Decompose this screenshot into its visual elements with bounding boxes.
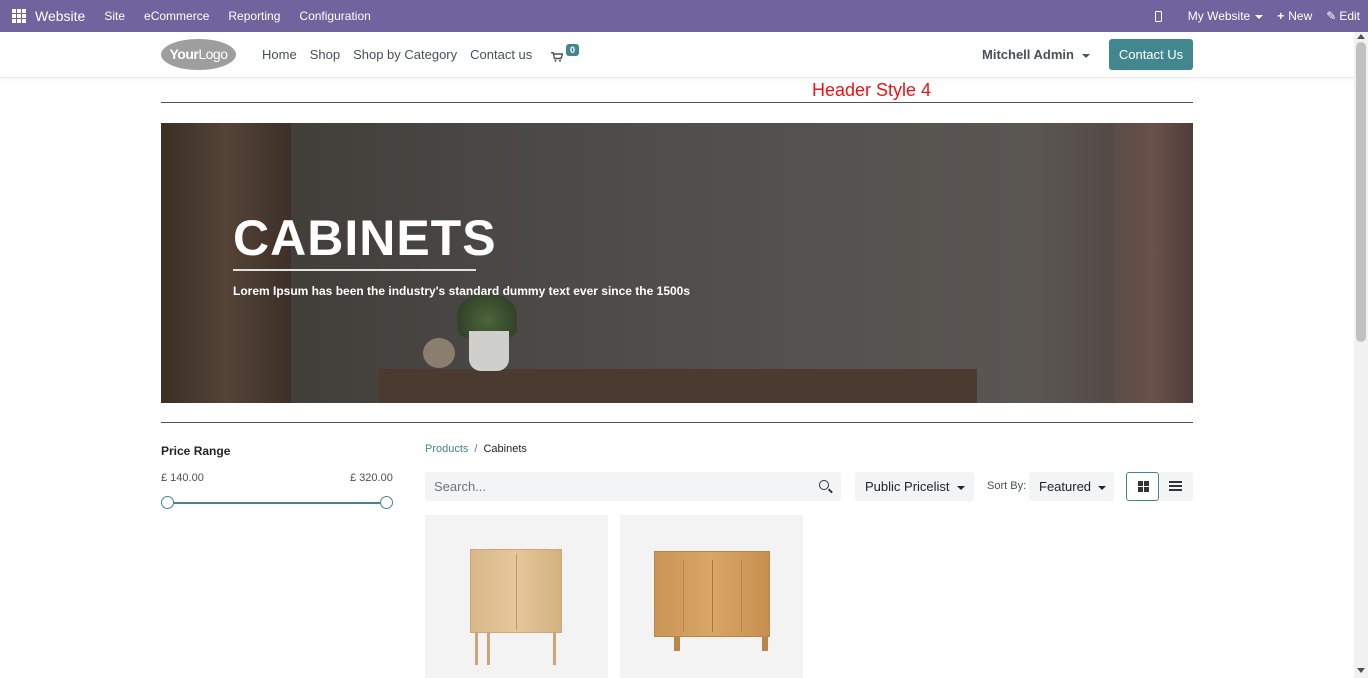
admin-menu-configuration[interactable]: Configuration: [299, 9, 370, 23]
chevron-down-icon: [1081, 53, 1090, 58]
sort-by-value: Featured: [1039, 479, 1092, 494]
sideboard-body: [654, 551, 770, 637]
search-input[interactable]: [425, 472, 805, 501]
product-card[interactable]: [620, 515, 803, 678]
price-range-title: Price Range: [161, 444, 231, 458]
scroll-up-arrow-icon[interactable]: [1357, 34, 1365, 39]
cabinet-leg: [553, 633, 556, 665]
price-slider-track[interactable]: [167, 502, 387, 504]
cabinet-leg: [487, 633, 490, 665]
cart-count-badge: 0: [566, 44, 580, 56]
logo-text-light: Logo: [198, 46, 228, 62]
logo-text-bold: Your: [169, 46, 199, 62]
app-name[interactable]: Website: [35, 8, 85, 24]
edit-label: Edit: [1339, 9, 1360, 23]
admin-menu-ecommerce[interactable]: eCommerce: [144, 9, 209, 23]
price-slider-min-handle[interactable]: [161, 496, 174, 509]
sort-by-label: Sort By:: [987, 480, 1027, 492]
divider-top: [161, 102, 1193, 103]
cabinet-body: [470, 549, 562, 633]
product-search: [425, 472, 841, 501]
plus-icon: +: [1277, 9, 1285, 23]
new-button[interactable]: + New: [1277, 9, 1312, 23]
scroll-down-arrow-icon[interactable]: [1357, 668, 1365, 673]
cart-link[interactable]: 0: [551, 44, 580, 64]
hero-banner: CABINETS Lorem Ipsum has been the indust…: [161, 123, 1193, 403]
breadcrumb-products[interactable]: Products: [425, 443, 468, 455]
sideboard-leg: [762, 637, 768, 651]
site-logo[interactable]: YourLogo: [161, 39, 236, 70]
breadcrumb-current: Cabinets: [483, 443, 527, 455]
apps-menu-icon[interactable]: [12, 9, 26, 23]
hero-sideboard: [379, 369, 977, 403]
list-view-button[interactable]: [1159, 472, 1193, 501]
mobile-icon: [1154, 11, 1162, 23]
new-label: New: [1288, 9, 1313, 23]
product-card[interactable]: [425, 515, 608, 678]
pricelist-label: Public Pricelist: [865, 479, 950, 494]
chevron-down-icon: [1255, 14, 1264, 19]
sort-by-dropdown[interactable]: Featured: [1029, 472, 1114, 501]
chevron-down-icon: [1098, 485, 1107, 490]
nav-home[interactable]: Home: [262, 47, 297, 62]
header-style-annotation: Header Style 4: [812, 80, 932, 100]
price-min-value: £ 140.00: [161, 472, 204, 484]
pricelist-dropdown[interactable]: Public Pricelist: [855, 472, 974, 501]
search-icon[interactable]: [819, 480, 829, 490]
hero-title-underline: [233, 269, 476, 271]
user-menu[interactable]: Mitchell Admin: [982, 47, 1090, 62]
my-website-label: My Website: [1187, 9, 1251, 23]
admin-menu-reporting[interactable]: Reporting: [228, 9, 280, 23]
contact-us-button[interactable]: Contact Us: [1109, 39, 1193, 70]
main-nav: Home Shop Shop by Category Contact us: [262, 47, 532, 62]
chevron-down-icon: [956, 485, 965, 490]
pencil-icon: ✎: [1326, 9, 1337, 23]
hero-subtitle: Lorem Ipsum has been the industry's stan…: [233, 284, 691, 298]
hero-pot: [469, 331, 509, 371]
edit-button[interactable]: ✎ Edit: [1326, 9, 1360, 23]
nav-shop-by-category[interactable]: Shop by Category: [353, 47, 457, 62]
breadcrumb-separator: /: [474, 443, 478, 455]
price-slider-max-handle[interactable]: [380, 496, 393, 509]
hero-vase: [423, 338, 455, 368]
site-header: YourLogo Home Shop Shop by Category Cont…: [0, 32, 1354, 78]
cabinet-leg: [475, 633, 478, 665]
hero-title: CABINETS: [233, 210, 497, 266]
nav-shop[interactable]: Shop: [310, 47, 340, 62]
grid-view-button[interactable]: [1126, 472, 1159, 501]
cart-icon: [551, 52, 563, 62]
mobile-preview-button[interactable]: [1154, 9, 1174, 23]
divider-bottom: [161, 422, 1193, 423]
sideboard-leg: [674, 637, 680, 651]
admin-menu-site[interactable]: Site: [104, 9, 125, 23]
price-max-value: £ 320.00: [350, 472, 393, 484]
scrollbar-thumb[interactable]: [1356, 42, 1366, 342]
breadcrumb: Products / Cabinets: [425, 443, 527, 455]
my-website-dropdown[interactable]: My Website: [1187, 9, 1264, 23]
admin-bar: Website Site eCommerce Reporting Configu…: [0, 0, 1368, 32]
nav-contact-us[interactable]: Contact us: [470, 47, 532, 62]
user-name: Mitchell Admin: [982, 47, 1074, 62]
hero-curtain: [1113, 123, 1193, 403]
